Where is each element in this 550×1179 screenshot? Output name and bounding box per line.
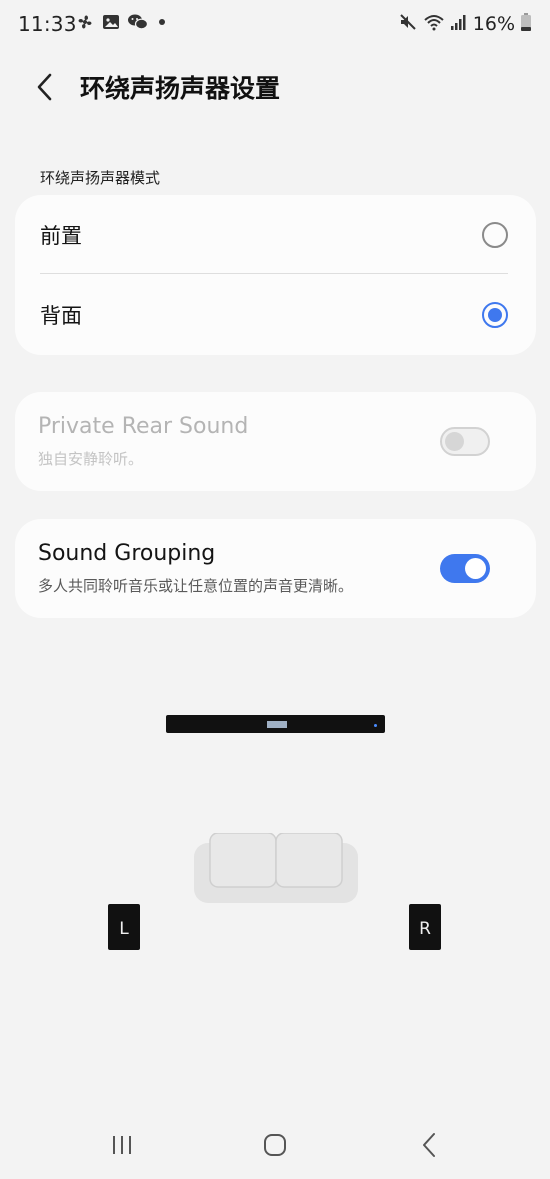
back-icon: [423, 1133, 435, 1157]
back-button[interactable]: [28, 70, 62, 104]
header: 环绕声扬声器设置: [0, 60, 550, 114]
soundbar-icon: [166, 715, 385, 733]
radio-button-rear[interactable]: [482, 302, 508, 328]
radio-button-front[interactable]: [482, 222, 508, 248]
nav-back-button[interactable]: [410, 1129, 450, 1161]
rear-speaker-left: L: [108, 904, 140, 950]
chevron-left-icon: [37, 73, 52, 101]
home-icon: [264, 1134, 286, 1156]
private-rear-sound-card: Private Rear Sound 独自安静聆听。: [15, 392, 536, 491]
status-bar: 11:33 16%: [0, 0, 550, 50]
mode-card: 前置 背面: [15, 195, 536, 355]
mute-icon: [398, 12, 418, 36]
private-rear-sound-toggle: [440, 427, 490, 456]
divider: [40, 273, 508, 274]
soundbar-led: [374, 724, 377, 727]
private-rear-sound-title: Private Rear Sound: [38, 414, 249, 439]
private-rear-sound-subtitle: 独自安静聆听。: [38, 450, 144, 468]
battery-icon: [520, 12, 532, 36]
notification-dot-icon: [159, 19, 165, 25]
wifi-icon: [423, 12, 445, 36]
status-right-icons: 16%: [398, 12, 532, 36]
mode-option-label: 背面: [40, 304, 82, 328]
rear-speaker-right: R: [409, 904, 441, 950]
navigation-bar: [0, 1115, 550, 1175]
mode-option-label: 前置: [40, 224, 82, 248]
mode-section-label: 环绕声扬声器模式: [40, 169, 161, 187]
page-title: 环绕声扬声器设置: [80, 74, 281, 103]
status-left-icons: [75, 12, 165, 32]
recent-apps-button[interactable]: [102, 1129, 142, 1161]
sound-grouping-subtitle: 多人共同聆听音乐或让任意位置的声音更清晰。: [38, 577, 354, 595]
sound-grouping-title: Sound Grouping: [38, 541, 216, 566]
soundbar-display: [267, 721, 287, 728]
toggle-knob: [445, 432, 464, 451]
sound-grouping-card[interactable]: Sound Grouping 多人共同聆听音乐或让任意位置的声音更清晰。: [15, 519, 536, 618]
status-time: 11:33: [18, 12, 77, 36]
sofa-icon: [194, 833, 358, 903]
signal-icon: [450, 13, 468, 35]
sound-grouping-toggle[interactable]: [440, 554, 490, 583]
fan-icon: [75, 12, 95, 32]
toggle-knob: [465, 558, 486, 579]
mode-option-front[interactable]: 前置: [15, 196, 536, 274]
battery-percentage: 16%: [472, 13, 515, 35]
home-button[interactable]: [255, 1129, 295, 1161]
gallery-icon: [101, 12, 121, 32]
recent-apps-icon: [113, 1136, 131, 1154]
mode-option-rear[interactable]: 背面: [15, 276, 536, 354]
speaker-layout-diagram: L R: [0, 690, 550, 970]
wechat-icon: [127, 12, 149, 32]
